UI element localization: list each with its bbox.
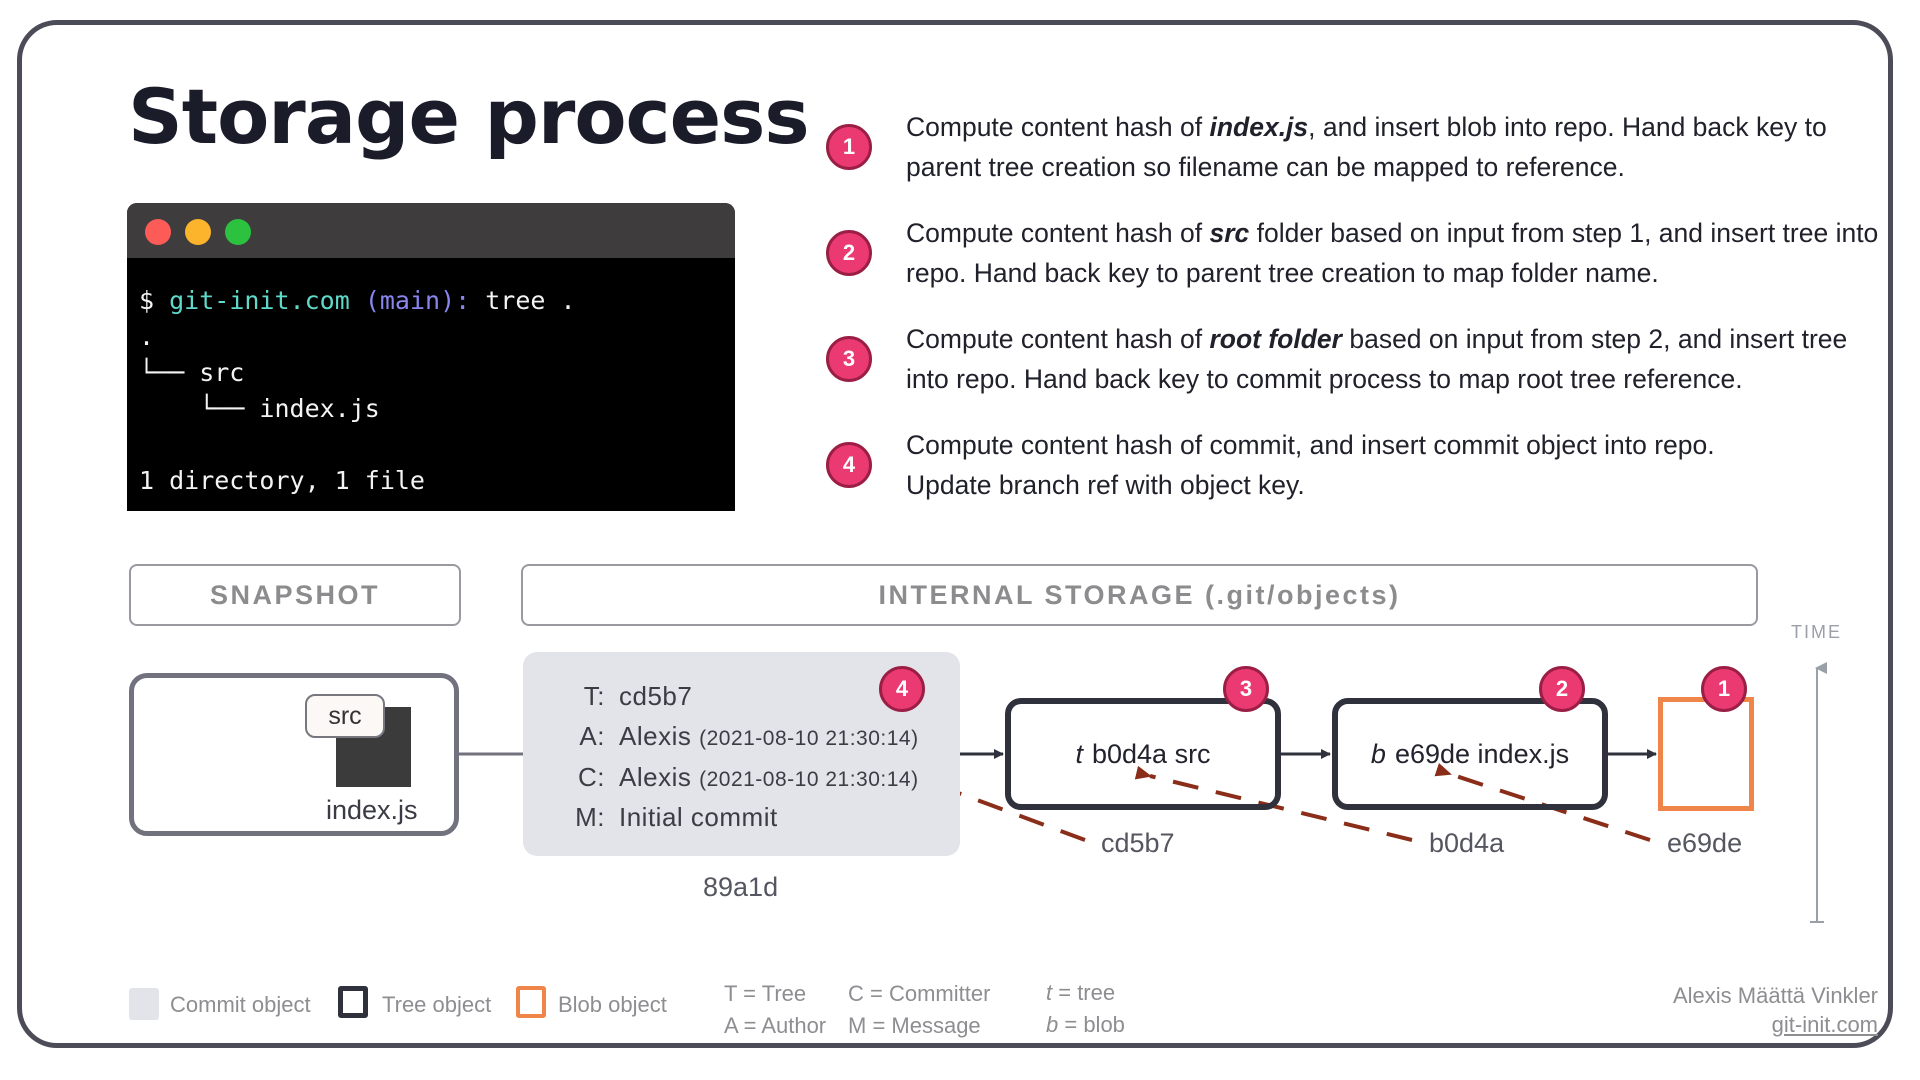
legend-commit: Commit object bbox=[170, 992, 311, 1017]
time-label: TIME bbox=[1791, 622, 1842, 642]
tree-step-badge: 3 bbox=[1223, 666, 1269, 712]
file-label: index.js bbox=[326, 795, 418, 825]
commit-row-tree: T: cd5b7 bbox=[583, 681, 693, 711]
blob-hash-label: e69de bbox=[1667, 828, 1743, 858]
commit-row-message: M: Initial commit bbox=[575, 802, 778, 832]
folder-tab: src bbox=[305, 694, 385, 738]
legend-tree: Tree object bbox=[382, 992, 492, 1017]
legend-abbr-committer: C = Committer bbox=[848, 981, 991, 1006]
commit-step-badge: 4 bbox=[879, 666, 925, 712]
legend-t-tree: t = tree bbox=[1046, 980, 1116, 1005]
legend-blob: Blob object bbox=[558, 992, 667, 1017]
tree-object-src: t b0d4a src bbox=[1005, 698, 1281, 810]
blob-swatch-icon bbox=[516, 986, 546, 1018]
commit-row-author: A: Alexis (2021-08-10 21:30:14) bbox=[579, 721, 919, 751]
tree-hash-label: b0d4a bbox=[1429, 828, 1505, 858]
commit-hash: 89a1d bbox=[703, 872, 779, 902]
legend-abbr-message: M = Message bbox=[848, 1013, 981, 1038]
legend-b-blob: b = blob bbox=[1046, 1012, 1125, 1037]
tree-hash-label: cd5b7 bbox=[1101, 828, 1175, 858]
blob-object bbox=[1658, 697, 1754, 811]
blob-step-badge: 1 bbox=[1701, 666, 1747, 712]
commit-row-committer: C: Alexis (2021-08-10 21:30:14) bbox=[578, 762, 919, 792]
credit-site-link[interactable]: git-init.com bbox=[1772, 1012, 1878, 1038]
tree-object-index: b e69de index.js bbox=[1332, 698, 1608, 810]
snapshot-object: src index.js bbox=[129, 673, 459, 836]
commit-swatch-icon bbox=[129, 988, 159, 1020]
diagram-connectors bbox=[459, 662, 1827, 923]
legend-abbr-author: A = Author bbox=[724, 1013, 827, 1038]
tree-step-badge: 2 bbox=[1539, 666, 1585, 712]
tree-swatch-icon bbox=[338, 986, 368, 1018]
legend-abbr-tree: T = Tree bbox=[724, 981, 807, 1006]
credit-author: Alexis Määttä Vinkler bbox=[1672, 983, 1878, 1008]
